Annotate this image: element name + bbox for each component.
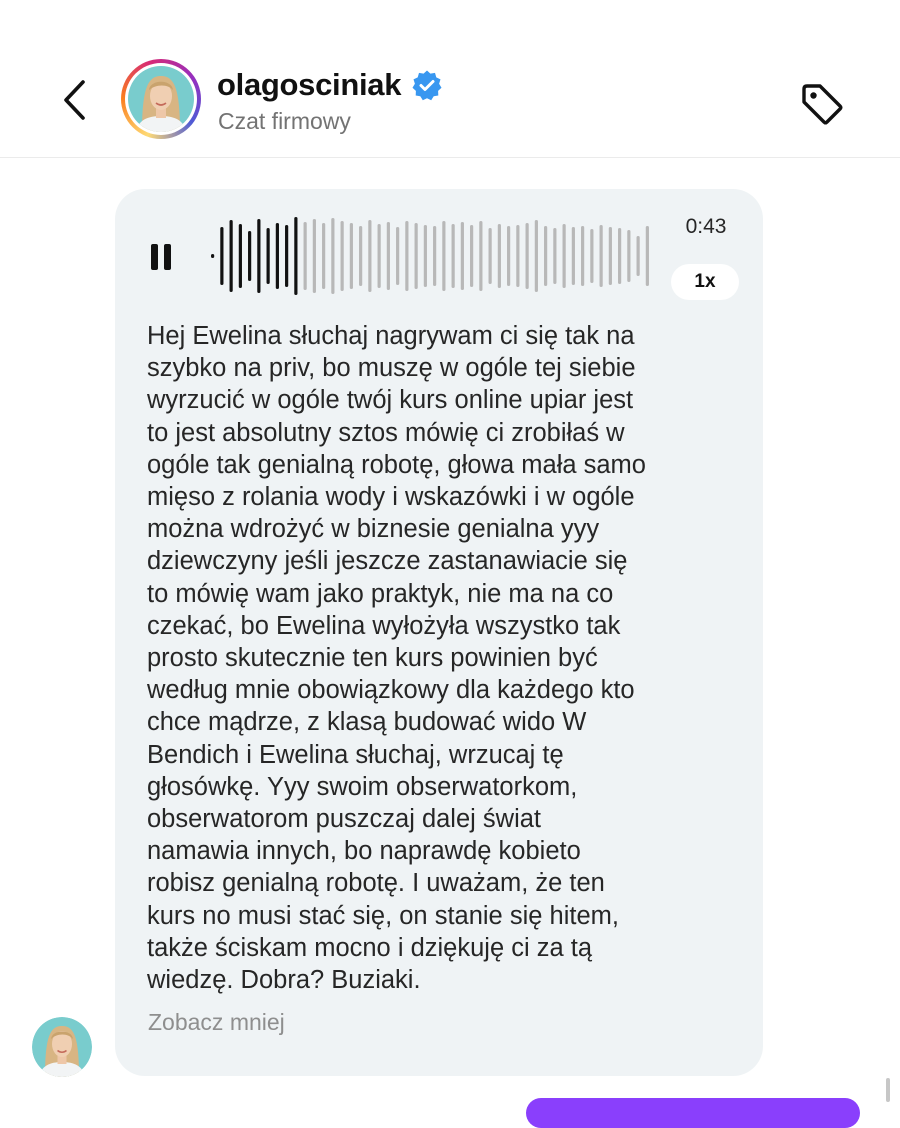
waveform-bar: [294, 217, 298, 295]
waveform-bar: [497, 224, 501, 288]
waveform-bar: [645, 226, 649, 286]
waveform-bar: [377, 224, 381, 288]
transcript-line: to mówię wam jako praktyk, nie ma na co: [147, 579, 614, 608]
waveform-bar: [627, 230, 631, 282]
transcript-line: głosówkę. Yyy swoim obserwatorkom,: [147, 772, 578, 801]
back-button[interactable]: [52, 74, 96, 126]
waveform-bar: [331, 218, 335, 294]
avatar-photo: [128, 66, 194, 132]
tag-icon: [802, 84, 843, 125]
waveform-bar: [599, 225, 603, 287]
waveform-bar: [340, 221, 344, 291]
sender-avatar[interactable]: [32, 1017, 92, 1077]
waveform-bar: [322, 223, 326, 289]
waveform-bar: [534, 220, 538, 292]
username-row[interactable]: olagosciniak: [217, 63, 443, 107]
waveform-bar: [544, 226, 548, 286]
scrollbar[interactable]: [886, 1078, 890, 1102]
waveform-bar: [451, 224, 455, 288]
waveform-bar: [396, 227, 400, 285]
transcript-line: także ściskam mocno i dziękuję ci za tą: [147, 933, 593, 962]
waveform-bar: [349, 223, 353, 289]
profile-avatar[interactable]: [121, 59, 201, 139]
transcript-line: wyrzucić w ogóle twój kurs online upiar …: [147, 386, 634, 415]
transcript-line: czekać, bo Ewelina wyłożyła wszystko tak: [147, 611, 621, 640]
waveform-bar: [248, 231, 252, 281]
waveform-bar: [488, 228, 492, 284]
waveform-bar: [423, 225, 427, 287]
waveform-bar: [303, 222, 307, 290]
waveform-bar: [460, 222, 464, 290]
chevron-left-icon: [64, 80, 85, 120]
waveform-bar: [636, 236, 640, 276]
voice-transcript: Hej Ewelina słuchaj nagrywam ci się tak …: [147, 320, 747, 996]
waveform-bar: [414, 223, 418, 289]
transcript-line: można wdrożyć w biznesie genialna yyy: [147, 515, 600, 544]
waveform-bar: [479, 221, 483, 291]
transcript-line: ogóle tak genialną robotę, głowa mała sa…: [147, 450, 646, 479]
waveform-bar: [220, 227, 224, 285]
see-less-link[interactable]: Zobacz mniej: [148, 1009, 285, 1036]
waveform-bar: [405, 221, 409, 291]
waveform-bar: [285, 225, 289, 287]
voice-duration: 0:43: [685, 215, 727, 238]
waveform-bar: [312, 219, 316, 293]
verified-badge-icon: [411, 69, 443, 101]
transcript-line: mięso z rolania wody i wskazówki i w ogó…: [147, 483, 635, 512]
transcript-line: dziewczyny jeśli jeszcze zastanawiacie s…: [147, 547, 628, 576]
tag-button[interactable]: [796, 78, 848, 130]
transcript-line: prosto skutecznie ten kurs powinien być: [147, 644, 598, 673]
waveform-bar: [368, 220, 372, 292]
transcript-line: obserwatorom puszczaj dalej świat: [147, 805, 542, 834]
waveform-bar: [211, 254, 215, 258]
transcript-line: chce mądrze, z klasą budować wido W: [147, 708, 587, 737]
username: olagosciniak: [217, 67, 402, 102]
waveform-bar: [359, 226, 363, 286]
waveform-bar: [275, 223, 279, 289]
waveform-bar: [238, 224, 242, 288]
transcript-line: Bendich i Ewelina słuchaj, wrzucaj tę: [147, 740, 564, 769]
transcript-line: robisz genialną robotę. I uważam, że ten: [147, 869, 605, 898]
waveform-bar: [590, 229, 594, 283]
transcript-line: według mnie obowiązkowy dla każdego kto: [147, 676, 635, 705]
waveform-bar: [507, 226, 511, 286]
waveform-icon[interactable]: [208, 210, 652, 302]
waveform-bar: [562, 224, 566, 288]
waveform-bar: [608, 227, 612, 285]
playback-speed-button[interactable]: 1x: [671, 264, 739, 300]
waveform-bar: [571, 227, 575, 285]
waveform-bar: [618, 228, 622, 284]
transcript-line: Hej Ewelina słuchaj nagrywam ci się tak …: [147, 322, 635, 350]
waveform-bar: [266, 228, 270, 284]
transcript-line: wiedzę. Dobra? Buziaki.: [147, 966, 421, 995]
waveform-bar: [229, 220, 233, 292]
waveform-bar: [525, 223, 529, 289]
transcript-line: namawia innych, bo naprawdę kobieto: [147, 837, 581, 866]
waveform-bar: [470, 225, 474, 287]
transcript-line: to jest absolutny sztos mówię ci zrobiła…: [147, 418, 625, 447]
pause-icon: [151, 244, 171, 270]
transcript-line: kurs no musi stać się, on stanie się hit…: [147, 901, 619, 930]
waveform-bar: [553, 228, 557, 284]
waveform-bar: [516, 225, 520, 287]
waveform-bar: [257, 219, 261, 293]
waveform-bar: [442, 221, 446, 291]
waveform-bar: [386, 222, 390, 290]
transcript-line: szybko na priv, bo muszę w ogóle tej sie…: [147, 354, 636, 383]
pause-button[interactable]: [143, 232, 179, 282]
waveform-bar: [433, 226, 437, 286]
chat-header: olagosciniak Czat firmowy: [0, 0, 900, 158]
chat-type-label: Czat firmowy: [218, 108, 351, 134]
waveform-bar: [581, 226, 585, 286]
